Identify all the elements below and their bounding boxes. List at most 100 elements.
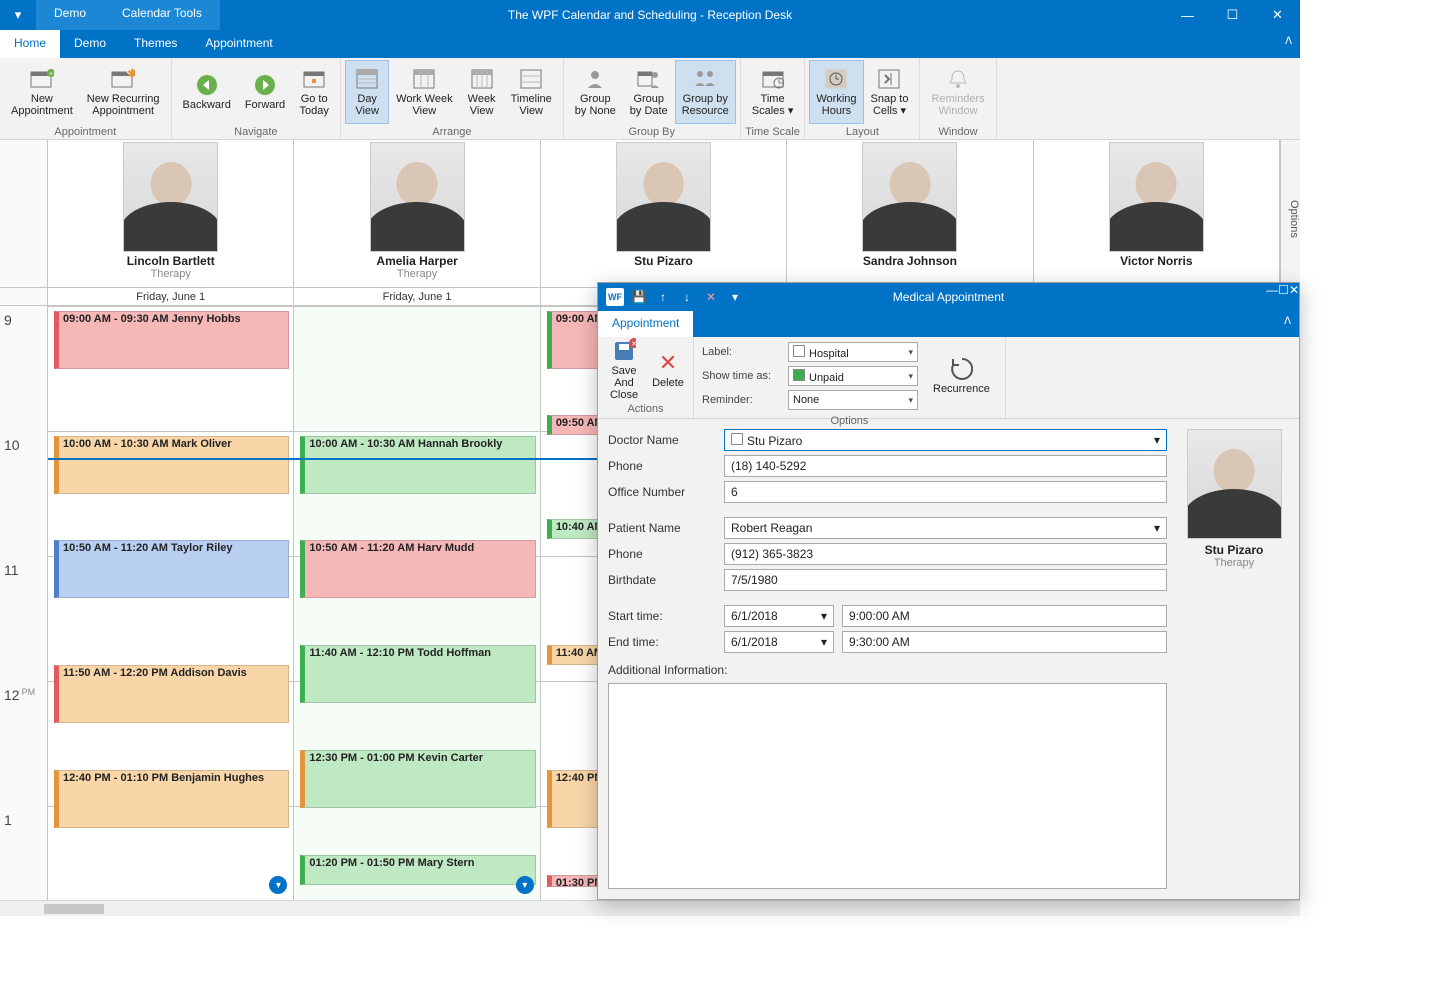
appointment[interactable]: 12:30 PM - 01:00 PM Kevin Carter: [300, 750, 535, 808]
resource-header[interactable]: Sandra Johnson: [787, 140, 1033, 287]
ribbon-working-hours-button[interactable]: Working Hours: [809, 60, 863, 124]
ribbon-group-caption: Navigate: [172, 126, 341, 139]
ribbon-work-week-view-button[interactable]: Work Week View: [389, 60, 459, 124]
close-button[interactable]: ✕: [1255, 0, 1300, 30]
ribbon-new-appointment-button[interactable]: +New Appointment: [4, 60, 80, 124]
end-date-input[interactable]: 6/1/2018▾: [724, 631, 834, 653]
dialog-tab-appointment[interactable]: Appointment: [598, 311, 693, 337]
dialog-minimize-button[interactable]: —: [1266, 283, 1278, 311]
birthdate-input[interactable]: 7/5/1980: [724, 569, 1167, 591]
more-appointments-button[interactable]: ▾: [269, 876, 287, 894]
doctor-name-combo[interactable]: Stu Pizaro▾: [724, 429, 1167, 451]
ribbon: +New AppointmentNew Recurring Appointmen…: [0, 58, 1300, 140]
resource-name: Lincoln Bartlett: [127, 254, 215, 268]
qat-save-icon[interactable]: 💾: [630, 288, 648, 306]
dialog-titlebar: WF 💾 ↑ ↓ ✕ ▾ Medical Appointment — ☐ ✕: [598, 283, 1299, 311]
ribbon-group-by-date-button[interactable]: Group by Date: [623, 60, 675, 124]
appointment[interactable]: 10:50 AM - 11:20 AM Harv Mudd: [300, 540, 535, 598]
day-column[interactable]: 10:00 AM - 10:30 AM Hannah Brookly 10:50 …: [294, 306, 540, 900]
dialog-ribbon-collapse-icon[interactable]: ᐱ: [1284, 316, 1291, 327]
start-date-input[interactable]: 6/1/2018▾: [724, 605, 834, 627]
ribbon-new-recurring-appointment-button[interactable]: New Recurring Appointment: [80, 60, 167, 124]
additional-info-textarea[interactable]: [608, 683, 1167, 889]
qat-delete-icon[interactable]: ✕: [702, 288, 720, 306]
appointment[interactable]: 10:00 AM - 10:30 AM Mark Oliver: [54, 436, 289, 494]
ribbon-group-caption: Appointment: [0, 126, 171, 139]
ribbon-tabs: Home Demo Themes Appointment ᐱ: [0, 30, 1300, 58]
resource-photo: [370, 142, 465, 252]
appointment[interactable]: 10:00 AM - 10:30 AM Hannah Brookly: [300, 436, 535, 494]
context-tab-demo[interactable]: Demo: [36, 0, 104, 30]
resource-header[interactable]: Lincoln BartlettTherapy: [48, 140, 294, 287]
reminder-combo[interactable]: None▾: [788, 390, 918, 410]
appointment[interactable]: 11:50 AM - 12:20 PM Addison Davis: [54, 665, 289, 723]
ribbon-button-label: Time Scales ▾: [752, 93, 794, 117]
label-field-label: Label:: [702, 346, 782, 358]
svg-text:✕: ✕: [631, 341, 636, 348]
week-view-icon: [470, 67, 494, 91]
ribbon-snap-to-cells-button[interactable]: Snap to Cells ▾: [864, 60, 916, 124]
appointment[interactable]: 01:20 PM - 01:50 PM Mary Stern: [300, 855, 535, 885]
ribbon-group-by-none-button[interactable]: Group by None: [568, 60, 623, 124]
delete-button[interactable]: ✕ Delete: [646, 339, 690, 401]
context-tab-calendar-tools[interactable]: Calendar Tools: [104, 0, 220, 30]
tab-appointment[interactable]: Appointment: [191, 30, 286, 58]
ribbon-day-view-button[interactable]: Day View: [345, 60, 389, 124]
ribbon-week-view-button[interactable]: Week View: [460, 60, 504, 124]
qat-prev-icon[interactable]: ↑: [654, 288, 672, 306]
tab-demo[interactable]: Demo: [60, 30, 120, 58]
ribbon-forward-button[interactable]: Forward: [238, 60, 292, 124]
office-number-label: Office Number: [608, 485, 716, 499]
ribbon-collapse-icon[interactable]: ᐱ: [1285, 36, 1292, 47]
appointment[interactable]: 11:40 AM - 12:10 PM Todd Hoffman: [300, 645, 535, 703]
resource-header[interactable]: Stu Pizaro: [541, 140, 787, 287]
options-side-tab[interactable]: Options: [1280, 140, 1300, 287]
appointment[interactable]: 09:00 AM - 09:30 AM Jenny Hobbs: [54, 311, 289, 369]
tab-themes[interactable]: Themes: [120, 30, 191, 58]
ribbon-group-by-resource-button[interactable]: Group by Resource: [675, 60, 736, 124]
end-time-input[interactable]: 9:30:00 AM: [842, 631, 1167, 653]
doctor-phone-input[interactable]: (18) 140-5292: [724, 455, 1167, 477]
reminder-field-label: Reminder:: [702, 394, 782, 406]
date-header[interactable]: Friday, June 1: [294, 288, 540, 306]
qat-next-icon[interactable]: ↓: [678, 288, 696, 306]
ribbon-go-to-today-button[interactable]: Go to Today: [292, 60, 336, 124]
office-number-input[interactable]: 6: [724, 481, 1167, 503]
maximize-button[interactable]: ☐: [1210, 0, 1255, 30]
time-label: 12PM: [4, 687, 35, 703]
chevron-down-icon: ▾: [821, 609, 827, 623]
ribbon-button-label: Timeline View: [511, 93, 552, 117]
day-column[interactable]: 09:00 AM - 09:30 AM Jenny Hobbs 10:00 AM …: [48, 306, 294, 900]
tab-home[interactable]: Home: [0, 30, 60, 58]
minimize-button[interactable]: —: [1165, 0, 1210, 30]
horizontal-scrollbar[interactable]: [0, 900, 1300, 916]
resource-name: Amelia Harper: [376, 254, 457, 268]
forward-icon: [253, 73, 277, 97]
chevron-down-icon: ▾: [1154, 433, 1160, 447]
scrollbar-thumb[interactable]: [44, 904, 104, 914]
resource-header[interactable]: Amelia HarperTherapy: [294, 140, 540, 287]
date-header[interactable]: Friday, June 1: [48, 288, 294, 306]
ribbon-backward-button[interactable]: Backward: [176, 60, 238, 124]
resource-header-row: Lincoln BartlettTherapyAmelia HarperTher…: [0, 140, 1300, 288]
dialog-maximize-button[interactable]: ☐: [1278, 283, 1289, 311]
dialog-close-button[interactable]: ✕: [1289, 283, 1299, 311]
show-time-as-combo[interactable]: Unpaid▾: [788, 366, 918, 386]
main-titlebar: ▾ Demo Calendar Tools The WPF Calendar a…: [0, 0, 1300, 30]
appointment-dialog: WF 💾 ↑ ↓ ✕ ▾ Medical Appointment — ☐ ✕ A…: [597, 282, 1300, 900]
patient-name-combo[interactable]: Robert Reagan▾: [724, 517, 1167, 539]
more-appointments-button[interactable]: ▾: [516, 876, 534, 894]
ribbon-timeline-view-button[interactable]: Timeline View: [504, 60, 559, 124]
resource-photo: [862, 142, 957, 252]
ribbon-button-label: Reminders Window: [931, 93, 984, 117]
resource-header[interactable]: Victor Norris: [1034, 140, 1280, 287]
label-combo[interactable]: Hospital▾: [788, 342, 918, 362]
recurrence-button[interactable]: Recurrence: [926, 345, 997, 407]
ribbon-time-scales-button[interactable]: Time Scales ▾: [745, 60, 801, 124]
appointment[interactable]: 10:50 AM - 11:20 AM Taylor Riley: [54, 540, 289, 598]
qat-customize-icon[interactable]: ▾: [726, 288, 744, 306]
save-and-close-button[interactable]: ✕ Save And Close: [602, 339, 646, 401]
appointment[interactable]: 12:40 PM - 01:10 PM Benjamin Hughes: [54, 770, 289, 828]
start-time-input[interactable]: 9:00:00 AM: [842, 605, 1167, 627]
patient-phone-input[interactable]: (912) 365-3823: [724, 543, 1167, 565]
